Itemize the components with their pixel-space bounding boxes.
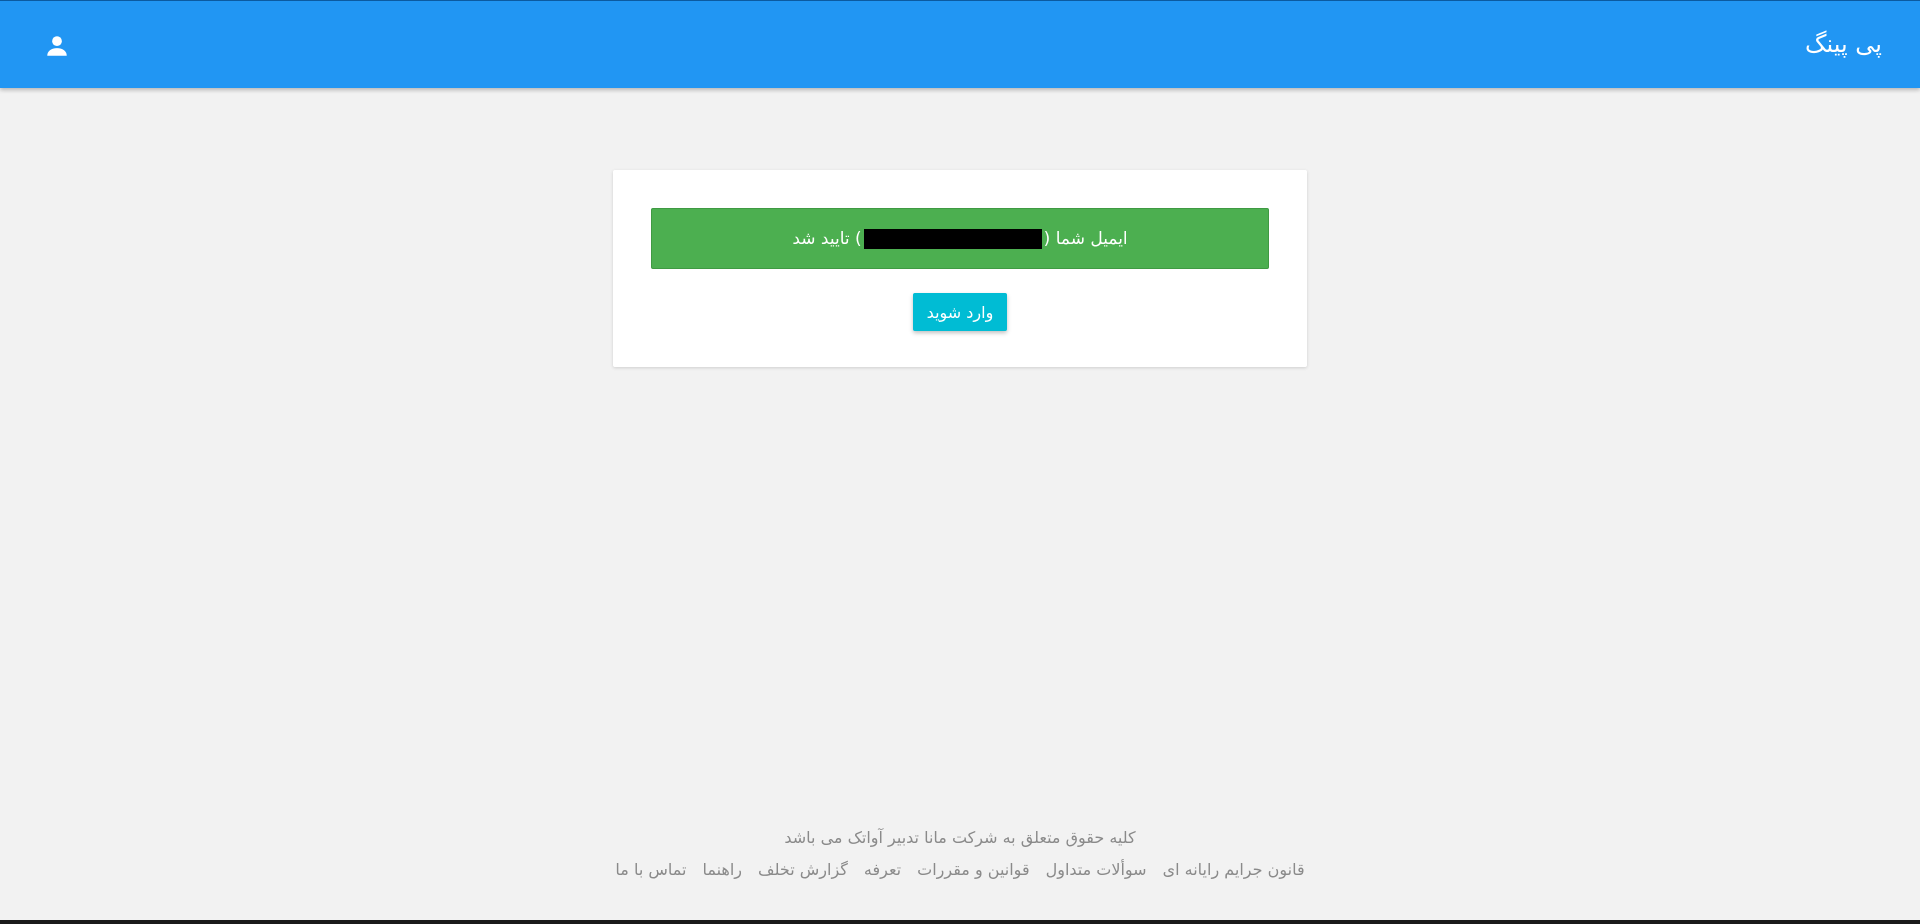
footer-links: قانون جرایم رایانه ای سوألات متداول قوان… [0,858,1920,882]
footer-link-report-abuse[interactable]: گزارش تخلف [758,858,848,882]
footer-link-faq[interactable]: سوألات متداول [1046,858,1147,882]
user-account-button[interactable] [40,29,74,63]
alert-message-prefix: ایمیل شما ( [1043,228,1128,249]
login-button[interactable]: وارد شوید [913,293,1007,331]
alert-message-suffix: ) تایید شد [792,228,862,249]
footer-link-help[interactable]: راهنما [702,858,742,882]
footer-link-pricing[interactable]: تعرفه [864,858,901,882]
footer: کلیه حقوق متعلق به شرکت مانا تدبیر آواتک… [0,826,1920,882]
email-verified-alert: ایمیل شما ( ) تایید شد [651,208,1269,269]
footer-link-terms[interactable]: قوانین و مقررات [917,858,1029,882]
account-icon [47,36,67,56]
redacted-email [863,228,1042,249]
verification-card: ایمیل شما ( ) تایید شد وارد شوید [613,170,1307,367]
copyright-text: کلیه حقوق متعلق به شرکت مانا تدبیر آواتک… [784,828,1136,847]
top-app-bar: پی پینگ [0,0,1920,88]
footer-link-contact[interactable]: تماس با ما [615,858,686,882]
brand-title[interactable]: پی پینگ [1805,29,1882,59]
footer-link-cyber-crime-law[interactable]: قانون جرایم رایانه ای [1163,858,1305,882]
window-bottom-edge [0,920,1920,924]
